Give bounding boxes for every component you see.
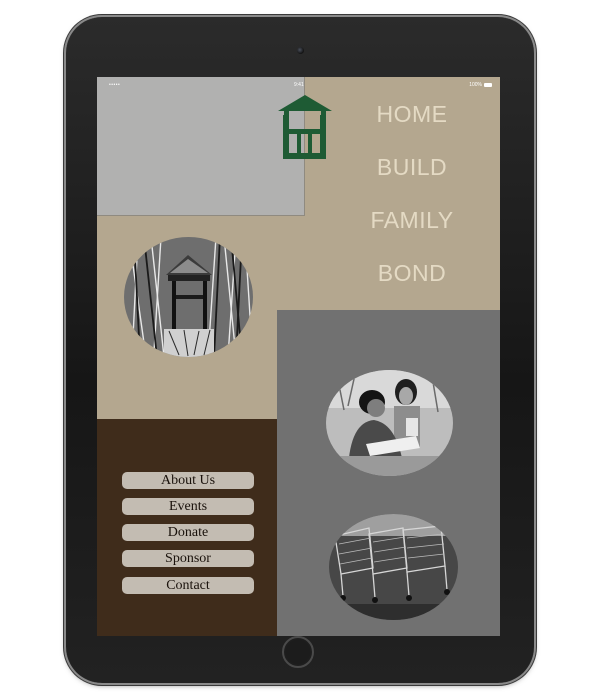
header-gray-panel [97, 77, 305, 216]
battery-icon [484, 82, 492, 87]
hut-reeds-image [124, 237, 253, 357]
photo-two-women [326, 370, 453, 476]
nav-build[interactable]: BUILD [347, 154, 477, 181]
about-us-button[interactable]: About Us [122, 472, 254, 489]
tablet-screen: ••••• 9:41 100% HOME BUILD FAMILY BOND A… [97, 77, 500, 636]
battery-percent: 100% [469, 82, 482, 88]
home-button[interactable] [282, 636, 314, 668]
contact-button[interactable]: Contact [122, 577, 254, 594]
photo-hut-reeds [124, 237, 253, 357]
donate-button[interactable]: Donate [122, 524, 254, 541]
events-button[interactable]: Events [122, 498, 254, 515]
battery-indicator: 100% [469, 82, 492, 88]
status-time: 9:41 [294, 82, 304, 88]
sponsor-button[interactable]: Sponsor [122, 550, 254, 567]
nav-bond[interactable]: BOND [347, 260, 477, 287]
shopping-carts-image [329, 514, 458, 620]
nav-home[interactable]: HOME [347, 101, 477, 128]
nav-family[interactable]: FAMILY [347, 207, 477, 234]
two-women-image [326, 370, 453, 476]
status-bar: ••••• 9:41 100% [97, 77, 500, 91]
front-camera [297, 47, 304, 54]
signal-indicator: ••••• [109, 82, 121, 88]
photo-shopping-carts [329, 514, 458, 620]
tablet-device: ••••• 9:41 100% HOME BUILD FAMILY BOND A… [66, 17, 534, 683]
house-logo-icon[interactable] [277, 95, 333, 161]
